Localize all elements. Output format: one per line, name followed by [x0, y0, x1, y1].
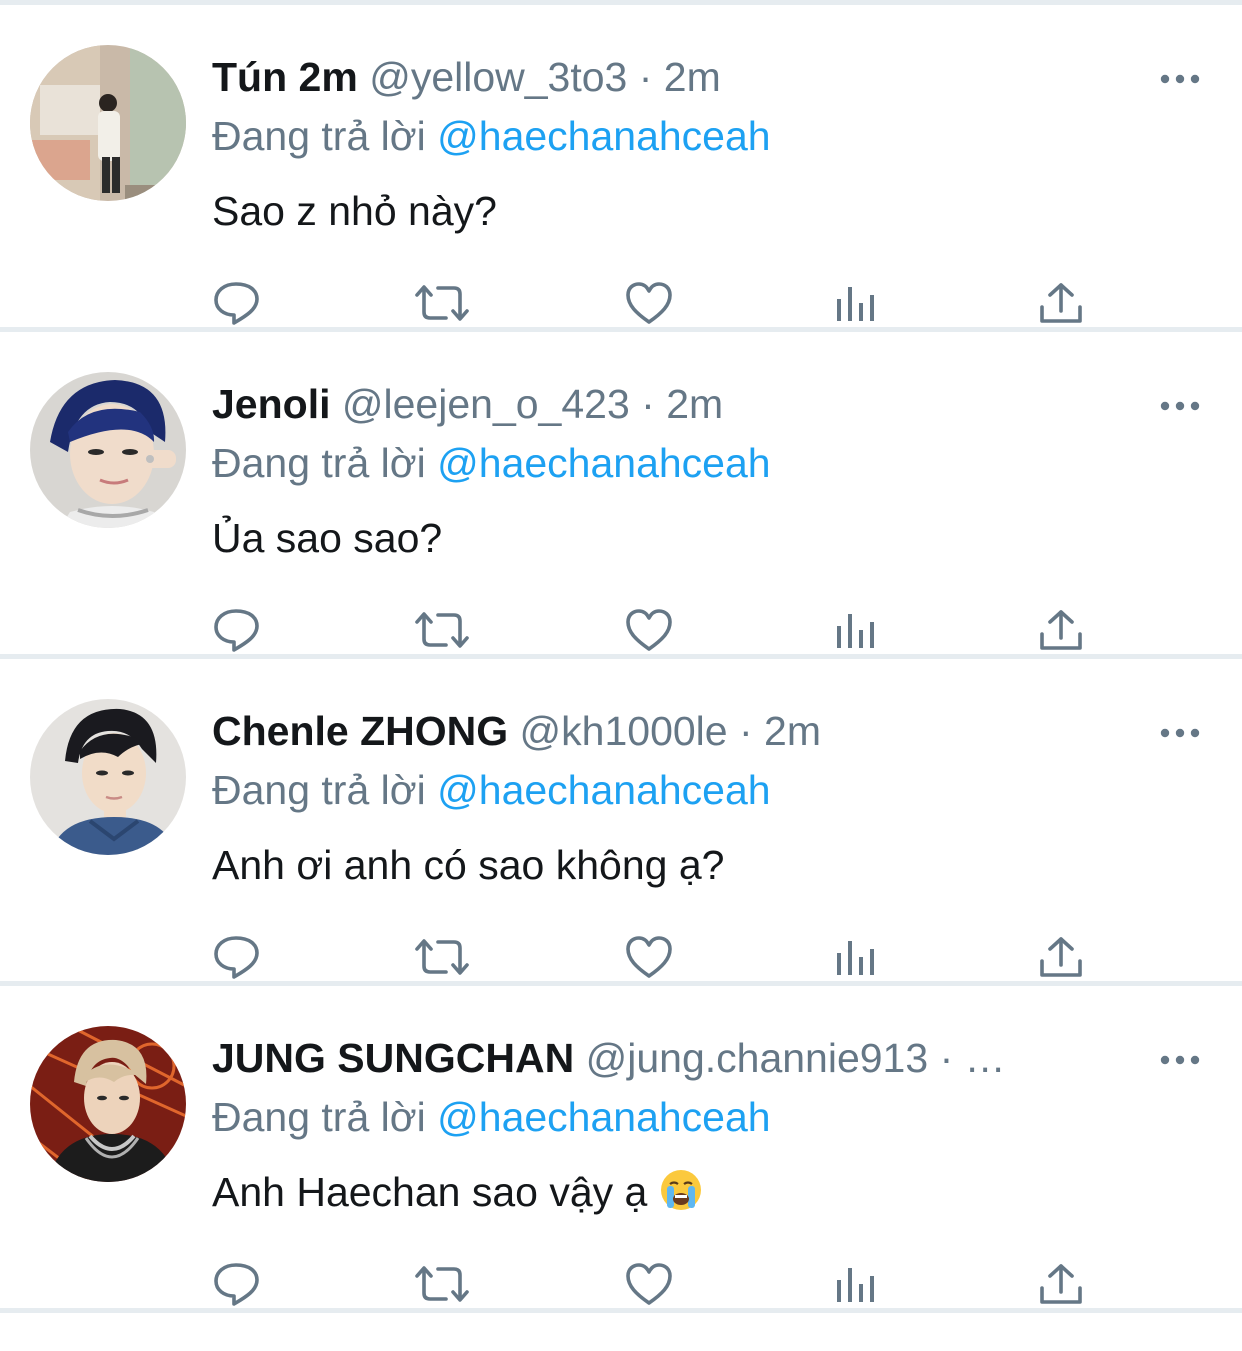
share-icon — [1040, 610, 1082, 650]
share-button[interactable] — [1031, 602, 1091, 658]
display-name[interactable]: Jenoli — [212, 381, 330, 427]
like-icon — [626, 936, 672, 978]
timestamp[interactable]: … — [965, 1035, 1006, 1081]
display-name[interactable]: JUNG SUNGCHAN — [212, 1035, 574, 1081]
retweet-icon — [415, 285, 469, 321]
reply-prefix: Đang trả lời — [212, 1094, 438, 1140]
reply-icon — [214, 282, 259, 325]
analytics-button[interactable] — [826, 1256, 886, 1312]
analytics-button[interactable] — [826, 602, 886, 658]
more-icon — [1160, 728, 1200, 738]
replying-to: Đang trả lời @haechanahceah — [212, 109, 771, 163]
reply-button[interactable] — [207, 1256, 267, 1312]
tweet[interactable]: Chenle ZHONG @kh1000le · 2m Đang trả lời… — [0, 659, 1242, 986]
tweet-text: Sao z nhỏ này? — [212, 188, 497, 234]
more-options-button[interactable] — [1152, 711, 1208, 755]
more-options-button[interactable] — [1152, 57, 1208, 101]
tweet-actions — [0, 275, 1242, 331]
reply-icon — [214, 936, 259, 979]
display-name[interactable]: Chenle ZHONG — [212, 708, 508, 754]
reply-target-link[interactable]: @haechanahceah — [437, 1094, 770, 1140]
separator: · — [928, 1035, 965, 1081]
separator: · — [627, 54, 664, 100]
more-options-button[interactable] — [1152, 1038, 1208, 1082]
reply-feed: Tún 2m @yellow_3to3 · 2m Đang trả lời @h… — [0, 5, 1242, 1313]
share-button[interactable] — [1031, 929, 1091, 985]
tweet-actions — [0, 602, 1242, 658]
share-icon — [1040, 937, 1082, 977]
replying-to: Đang trả lời @haechanahceah — [212, 763, 771, 817]
tweet-actions — [0, 1256, 1242, 1312]
display-name[interactable]: Tún 2m — [212, 54, 358, 100]
tweet[interactable]: Tún 2m @yellow_3to3 · 2m Đang trả lời @h… — [0, 5, 1242, 332]
reply-icon — [214, 1263, 259, 1306]
analytics-icon — [837, 287, 874, 321]
share-icon — [1040, 1264, 1082, 1304]
retweet-button[interactable] — [412, 275, 472, 331]
timestamp[interactable]: 2m — [664, 54, 721, 100]
avatar[interactable] — [30, 1026, 186, 1182]
replying-to: Đang trả lời @haechanahceah — [212, 1090, 771, 1144]
share-button[interactable] — [1031, 1256, 1091, 1312]
tweet[interactable]: Jenoli @leejen_o_423 · 2m Đang trả lời @… — [0, 332, 1242, 659]
reply-prefix: Đang trả lời — [212, 440, 438, 486]
like-icon — [626, 282, 672, 324]
replying-to: Đang trả lời @haechanahceah — [212, 436, 771, 490]
tweet[interactable]: JUNG SUNGCHAN @jung.channie913 · … Đang … — [0, 986, 1242, 1313]
more-icon — [1160, 74, 1200, 84]
like-button[interactable] — [619, 275, 679, 331]
user-handle[interactable]: @kh1000le — [520, 708, 728, 754]
avatar[interactable] — [30, 372, 186, 528]
reply-button[interactable] — [207, 275, 267, 331]
tweet-text-content: Anh Haechan sao vậy ạ — [212, 1169, 648, 1215]
reply-target-link[interactable]: @haechanahceah — [437, 113, 770, 159]
separator: · — [629, 381, 667, 427]
like-icon — [626, 1263, 672, 1305]
retweet-button[interactable] — [412, 602, 472, 658]
separator: · — [727, 708, 765, 754]
analytics-icon — [837, 1268, 874, 1302]
like-button[interactable] — [619, 1256, 679, 1312]
tweet-header: Jenoli @leejen_o_423 · 2m — [212, 378, 1142, 430]
reply-target-link[interactable]: @haechanahceah — [437, 440, 770, 486]
analytics-button[interactable] — [826, 929, 886, 985]
more-icon — [1160, 1055, 1200, 1065]
user-handle[interactable]: @leejen_o_423 — [342, 381, 630, 427]
crying-face-icon — [660, 1170, 701, 1210]
reply-button[interactable] — [207, 602, 267, 658]
tweet-actions — [0, 929, 1242, 985]
like-button[interactable] — [619, 602, 679, 658]
tweet-text: Ủa sao sao? — [212, 515, 443, 561]
like-icon — [626, 609, 672, 651]
share-icon — [1040, 283, 1082, 323]
tweet-header: JUNG SUNGCHAN @jung.channie913 · … — [212, 1032, 1142, 1084]
tweet-header: Tún 2m @yellow_3to3 · 2m — [212, 51, 1142, 103]
like-button[interactable] — [619, 929, 679, 985]
retweet-icon — [415, 939, 469, 975]
avatar[interactable] — [30, 699, 186, 855]
more-icon — [1160, 401, 1200, 411]
retweet-button[interactable] — [412, 929, 472, 985]
analytics-icon — [837, 941, 874, 975]
reply-target-link[interactable]: @haechanahceah — [437, 767, 770, 813]
user-handle[interactable]: @jung.channie913 — [586, 1035, 929, 1081]
avatar[interactable] — [30, 45, 186, 201]
reply-button[interactable] — [207, 929, 267, 985]
retweet-button[interactable] — [412, 1256, 472, 1312]
analytics-button[interactable] — [826, 275, 886, 331]
reply-prefix: Đang trả lời — [212, 767, 438, 813]
timestamp[interactable]: 2m — [764, 708, 821, 754]
tweet-header: Chenle ZHONG @kh1000le · 2m — [212, 705, 1142, 757]
user-handle[interactable]: @yellow_3to3 — [369, 54, 627, 100]
tweet-text: Anh Haechan sao vậy ạ — [212, 1164, 703, 1220]
retweet-icon — [415, 1266, 469, 1302]
share-button[interactable] — [1031, 275, 1091, 331]
more-options-button[interactable] — [1152, 384, 1208, 428]
analytics-icon — [837, 614, 874, 648]
tweet-text: Anh ơi anh có sao không ạ? — [212, 842, 725, 888]
retweet-icon — [415, 612, 469, 648]
reply-icon — [214, 609, 259, 652]
reply-prefix: Đang trả lời — [212, 113, 438, 159]
timestamp[interactable]: 2m — [666, 381, 723, 427]
